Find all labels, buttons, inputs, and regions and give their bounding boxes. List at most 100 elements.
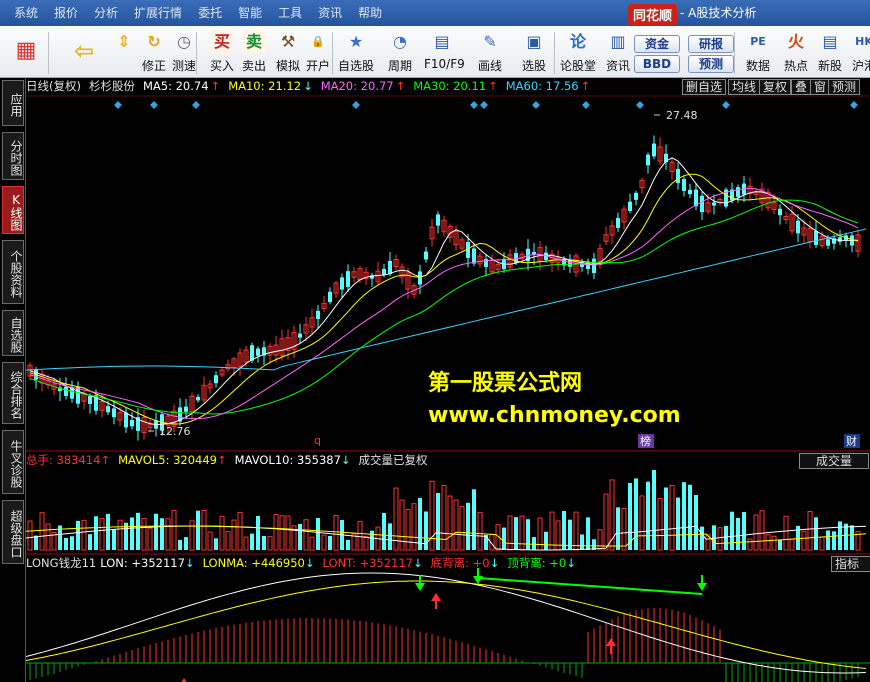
volume-bar xyxy=(580,534,584,550)
volume-bar xyxy=(634,478,638,550)
volume-bar xyxy=(99,518,105,551)
watermark-url: www.chnmoney.com xyxy=(428,403,681,428)
volume-bar xyxy=(472,489,476,550)
event-diamond-icon xyxy=(150,101,158,109)
toolbar-button-5[interactable]: 买买入 xyxy=(204,30,240,76)
top-div-arrow: ↓ xyxy=(566,556,576,570)
volume-bar xyxy=(130,517,134,550)
volume-bar xyxy=(747,538,753,551)
toolbar-button-17[interactable]: 火热点 xyxy=(778,30,814,76)
toolbar-label-17: 热点 xyxy=(783,59,808,73)
side-tab-1[interactable]: 分时图 xyxy=(2,132,24,180)
bottom-div-arrow: ↓ xyxy=(489,556,500,570)
toolbar-button-6[interactable]: 卖卖出 xyxy=(236,30,272,76)
toolbar-label-11: F10/F9 xyxy=(424,57,465,71)
toolbar-button-14[interactable]: 论论股堂 xyxy=(560,30,596,76)
volume-button[interactable]: 成交量 xyxy=(799,453,869,469)
volume-bar xyxy=(657,497,663,551)
volume-bar xyxy=(171,510,177,551)
event-diamond-icon xyxy=(722,101,730,109)
low-price-label: 12.76 xyxy=(159,425,191,438)
side-tab-0[interactable]: 应用 xyxy=(2,80,24,126)
toolbar-button-11[interactable]: ▤ F10/F9 xyxy=(424,30,465,76)
menu-item-2[interactable]: 分析 xyxy=(86,0,126,26)
top-divergence: 顶背离: +0 xyxy=(507,556,567,570)
volume-total: 总手: 383414 xyxy=(26,453,101,467)
side-tab-7[interactable]: 超级盘口 xyxy=(2,500,24,564)
volume-bar xyxy=(502,527,506,550)
volume-bar xyxy=(309,536,315,551)
toolbar-button-8[interactable]: 🔒 开户 xyxy=(300,30,336,76)
volume-bar xyxy=(357,520,363,551)
side-tab-4[interactable]: 自选股 xyxy=(2,310,24,356)
indicator-help-button[interactable]: 指标说 xyxy=(831,556,870,572)
sh-hk-icon: HK xyxy=(855,35,870,48)
toolbar-button-19[interactable]: HK 沪港 xyxy=(846,30,870,76)
volume-bar xyxy=(597,529,603,551)
toolbar-pill-1[interactable]: 研报 xyxy=(688,35,734,53)
volume-bar xyxy=(298,523,302,550)
candle-body xyxy=(634,192,638,200)
menu-item-3[interactable]: 扩展行情 xyxy=(126,0,190,26)
volume-bar xyxy=(94,516,98,550)
menu-item-6[interactable]: 工具 xyxy=(270,0,310,26)
volume-bar xyxy=(370,530,374,550)
candle-body xyxy=(712,202,716,206)
volume-bar xyxy=(484,534,488,550)
toolbar-button-9[interactable]: ★ 自选股 xyxy=(338,30,374,76)
toolbar-pill-2[interactable]: BBD xyxy=(634,55,680,73)
toolbar-pill-0[interactable]: 资金 xyxy=(634,35,680,53)
toolbar-button-12[interactable]: ✎ 画线 xyxy=(472,30,508,76)
volume-bar xyxy=(700,526,704,550)
menu-item-5[interactable]: 智能 xyxy=(230,0,270,26)
layout-grid-icon: ▦ xyxy=(15,38,37,63)
menu-item-8[interactable]: 帮助 xyxy=(350,0,390,26)
toolbar-button-18[interactable]: ▤ 新股 xyxy=(812,30,848,76)
event-diamond-icon xyxy=(352,101,360,109)
volume-bar xyxy=(243,536,249,551)
volume-bar xyxy=(424,511,428,550)
volume-bar xyxy=(64,538,68,550)
volume-bar xyxy=(736,517,740,550)
toolbar-label-18: 新股 xyxy=(817,59,842,73)
volume-info-bar: 总手: 383414↑ MAVOL5: 320449↑ MAVOL10: 35538… xyxy=(26,452,870,469)
lon-value: LON: +352117 xyxy=(100,556,185,570)
side-tab-3[interactable]: 个股资料 xyxy=(2,240,24,304)
volume-bar xyxy=(285,515,291,551)
volume-bar xyxy=(405,509,411,551)
toolbar-button-13[interactable]: ▣ 选股 xyxy=(516,30,552,76)
candle-body xyxy=(676,168,680,184)
volume-bar xyxy=(466,502,470,550)
volume-bar xyxy=(273,514,279,551)
toolbar-button-1[interactable]: ⇦ xyxy=(66,30,102,76)
menu-item-1[interactable]: 报价 xyxy=(46,0,86,26)
candle-body xyxy=(298,333,302,338)
toolbar-button-10[interactable]: ◔ 周期 xyxy=(382,30,418,76)
lonma-arrow: ↓ xyxy=(304,556,315,570)
candle-body xyxy=(436,214,440,226)
side-tab-6[interactable]: 牛叉诊股 xyxy=(2,430,24,494)
volume-bar xyxy=(225,531,231,551)
toolbar-label-13: 选股 xyxy=(521,59,546,73)
toolbar-pill-3[interactable]: 预测 xyxy=(688,55,734,73)
volume-bar xyxy=(81,519,87,551)
menu-item-4[interactable]: 委托 xyxy=(190,0,230,26)
candle-body xyxy=(256,348,260,356)
toolbar-button-0[interactable]: ▦ xyxy=(8,30,44,76)
volume-bar xyxy=(819,536,825,551)
candle-body xyxy=(196,396,200,401)
menu-item-7[interactable]: 资讯 xyxy=(310,0,350,26)
toolbar-button-16[interactable]: PE 数据 xyxy=(740,30,776,76)
toolbar-label-6: 卖出 xyxy=(241,59,266,73)
volume-total-arrow: ↑ xyxy=(100,453,111,467)
volume-bar xyxy=(136,512,140,550)
side-tab-2[interactable]: K线图 xyxy=(2,186,24,234)
side-tab-5[interactable]: 综合排名 xyxy=(2,362,24,424)
toolbar-label-5: 买入 xyxy=(209,59,234,73)
toolbar-button-15[interactable]: ▥ 资讯 xyxy=(600,30,636,76)
volume-bar xyxy=(453,499,459,551)
volume-bar xyxy=(664,487,668,550)
menu-item-0[interactable]: 系统 xyxy=(6,0,46,26)
toolbar-label-8: 开户 xyxy=(305,59,330,73)
event-diamond-icon xyxy=(532,101,540,109)
